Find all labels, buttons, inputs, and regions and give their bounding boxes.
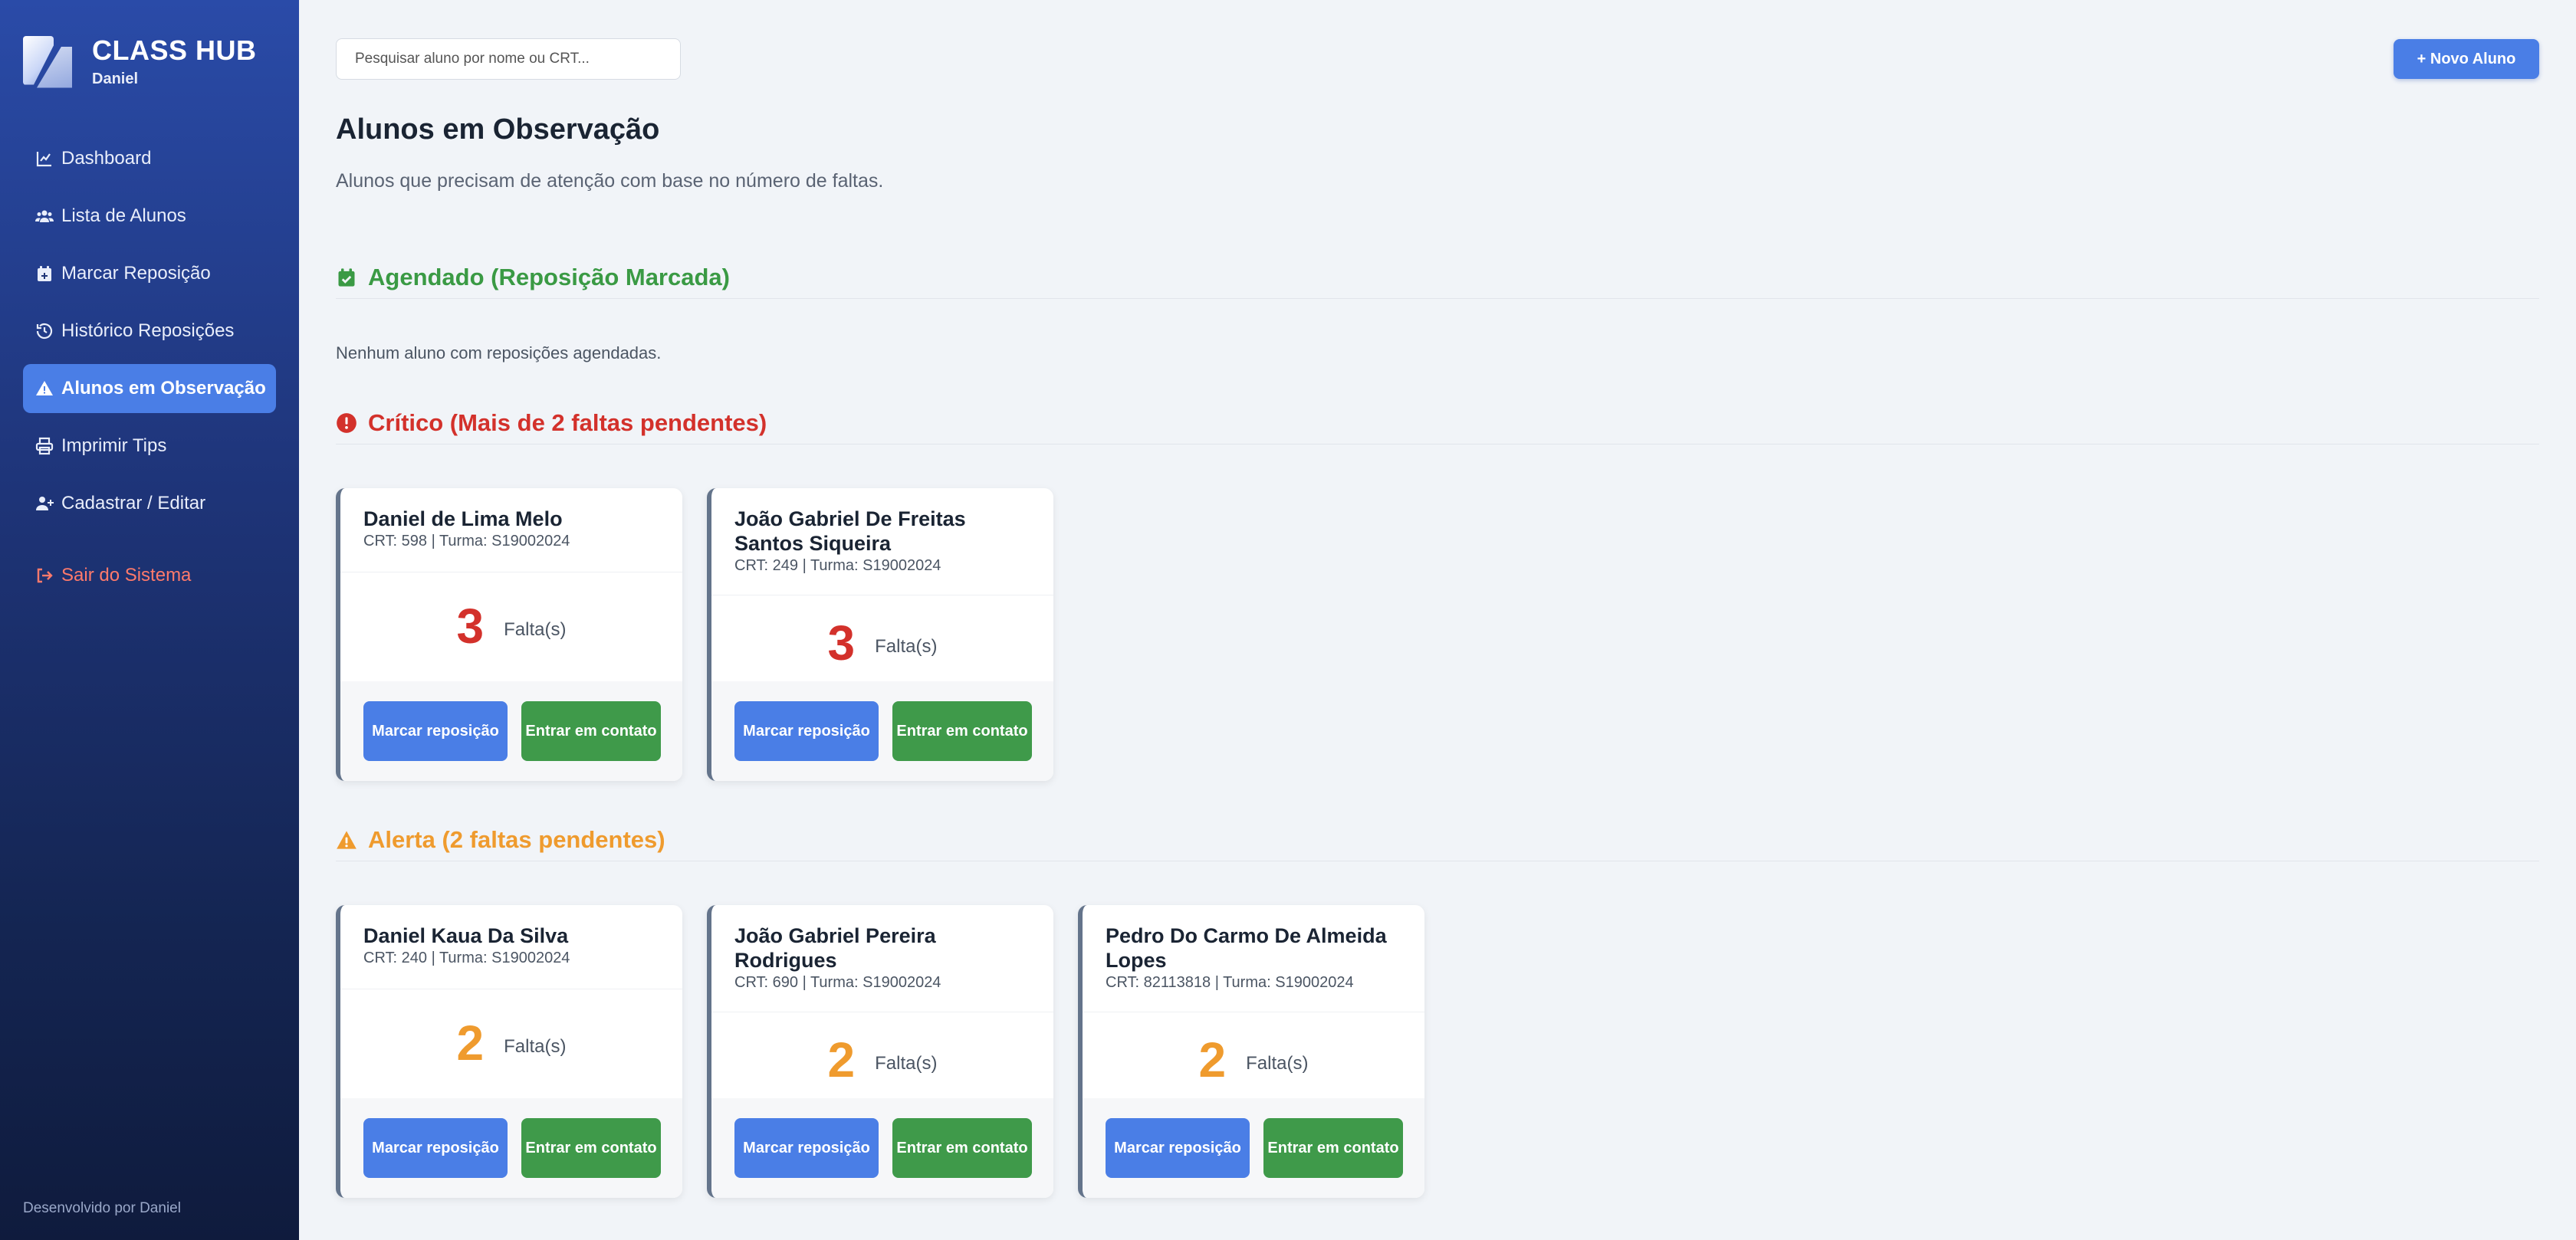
student-meta: CRT: 598 | Turma: S19002024 bbox=[363, 533, 570, 549]
absence-label: Falta(s) bbox=[875, 636, 938, 657]
section-critical-title: Crítico (Mais de 2 faltas pendentes) bbox=[368, 408, 767, 436]
warning-icon bbox=[337, 830, 356, 849]
student-name: João Gabriel Pereira Rodrigues bbox=[734, 924, 936, 972]
sidebar-item-label: Dashboard bbox=[61, 148, 152, 169]
absence-count: 2 bbox=[456, 1015, 485, 1071]
sidebar-item-label: Marcar Reposição bbox=[61, 263, 211, 284]
sidebar-item-label: Alunos em Observação bbox=[61, 378, 266, 399]
student-meta: CRT: 240 | Turma: S19002024 bbox=[363, 950, 570, 966]
schedule-makeup-button[interactable]: Marcar reposição bbox=[734, 1118, 879, 1178]
student-name: Daniel Kaua Da Silva bbox=[363, 924, 569, 947]
sidebar-item-observation[interactable]: Alunos em Observação bbox=[23, 364, 276, 413]
contact-button[interactable]: Entrar em contato bbox=[892, 1118, 1032, 1178]
main-content: + Novo Aluno Alunos em Observação Alunos… bbox=[299, 0, 2576, 1240]
absence-count: 2 bbox=[827, 1032, 856, 1087]
absence-label: Falta(s) bbox=[1246, 1053, 1309, 1074]
student-name: Daniel de Lima Melo bbox=[363, 507, 563, 530]
alert-cards: Daniel Kaua Da Silva CRT: 240 | Turma: S… bbox=[336, 905, 1424, 1198]
logout-label: Sair do Sistema bbox=[61, 565, 192, 586]
schedule-makeup-button[interactable]: Marcar reposição bbox=[1106, 1118, 1250, 1178]
exclamation-circle-icon bbox=[337, 412, 356, 433]
schedule-makeup-button[interactable]: Marcar reposição bbox=[363, 701, 508, 761]
student-name: Pedro Do Carmo De Almeida Lopes bbox=[1106, 924, 1387, 972]
contact-button[interactable]: Entrar em contato bbox=[892, 701, 1032, 761]
section-scheduled-title: Agendado (Reposição Marcada) bbox=[368, 263, 730, 290]
new-student-button[interactable]: + Novo Aluno bbox=[2394, 39, 2539, 79]
absence-label: Falta(s) bbox=[504, 619, 567, 640]
page-title: Alunos em Observação bbox=[336, 113, 660, 146]
contact-button[interactable]: Entrar em contato bbox=[1263, 1118, 1403, 1178]
contact-button[interactable]: Entrar em contato bbox=[521, 701, 661, 761]
chart-line-icon bbox=[36, 152, 51, 167]
section-critical-header: Crítico (Mais de 2 faltas pendentes) bbox=[336, 402, 2539, 444]
schedule-makeup-button[interactable]: Marcar reposição bbox=[363, 1118, 508, 1178]
sign-out-icon bbox=[37, 568, 53, 583]
sidebar-item-label: Histórico Reposições bbox=[61, 320, 235, 341]
absence-label: Falta(s) bbox=[504, 1036, 567, 1057]
absence-label: Falta(s) bbox=[875, 1053, 938, 1074]
student-card: João Gabriel Pereira Rodrigues CRT: 690 … bbox=[707, 905, 1053, 1198]
section-alert-title: Alerta (2 faltas pendentes) bbox=[368, 825, 665, 853]
absence-count: 2 bbox=[1198, 1032, 1227, 1087]
section-scheduled-header: Agendado (Reposição Marcada) bbox=[336, 256, 2539, 299]
sidebar-nav: Dashboard Lista de Alunos Marcar Reposiç… bbox=[23, 134, 276, 609]
sidebar-item-logout[interactable]: Sair do Sistema bbox=[23, 551, 276, 600]
warning-icon bbox=[36, 381, 53, 395]
history-icon bbox=[36, 323, 53, 340]
schedule-makeup-button[interactable]: Marcar reposição bbox=[734, 701, 879, 761]
calendar-check-icon bbox=[338, 267, 355, 287]
search-input[interactable] bbox=[336, 38, 681, 80]
contact-button[interactable]: Entrar em contato bbox=[521, 1118, 661, 1178]
brand-user: Daniel bbox=[92, 71, 139, 87]
sidebar-item-register[interactable]: Cadastrar / Editar bbox=[23, 479, 276, 528]
student-card: Pedro Do Carmo De Almeida Lopes CRT: 821… bbox=[1078, 905, 1424, 1198]
student-meta: CRT: 249 | Turma: S19002024 bbox=[734, 557, 941, 574]
user-plus-icon bbox=[36, 497, 54, 510]
sidebar-item-label: Lista de Alunos bbox=[61, 205, 186, 226]
page-subtitle: Alunos que precisam de atenção com base … bbox=[336, 170, 884, 192]
student-card: João Gabriel De Freitas Santos Siqueira … bbox=[707, 488, 1053, 781]
sidebar: CLASS HUB Daniel Dashboard Lista de Alun… bbox=[0, 0, 299, 1240]
sidebar-item-label: Cadastrar / Editar bbox=[61, 493, 206, 513]
sidebar-item-schedule[interactable]: Marcar Reposição bbox=[23, 249, 276, 298]
student-meta: CRT: 690 | Turma: S19002024 bbox=[734, 974, 941, 991]
section-alert-header: Alerta (2 faltas pendentes) bbox=[336, 818, 2539, 861]
absence-count: 3 bbox=[827, 615, 856, 671]
student-name: João Gabriel De Freitas Santos Siqueira bbox=[734, 507, 966, 555]
users-icon bbox=[35, 210, 54, 222]
sidebar-item-label: Imprimir Tips bbox=[61, 435, 167, 456]
student-card: Daniel Kaua Da Silva CRT: 240 | Turma: S… bbox=[336, 905, 682, 1198]
brand-title: CLASS HUB bbox=[92, 34, 257, 66]
absence-count: 3 bbox=[456, 599, 485, 654]
scheduled-empty-message: Nenhum aluno com reposições agendadas. bbox=[336, 343, 662, 362]
student-card: Daniel de Lima Melo CRT: 598 | Turma: S1… bbox=[336, 488, 682, 781]
student-meta: CRT: 82113818 | Turma: S19002024 bbox=[1106, 974, 1354, 991]
brand[interactable]: CLASS HUB Daniel bbox=[23, 35, 257, 88]
sidebar-footer: Desenvolvido por Daniel bbox=[23, 1200, 181, 1216]
sidebar-item-history[interactable]: Histórico Reposições bbox=[23, 307, 276, 356]
calendar-plus-icon bbox=[38, 266, 51, 281]
critical-cards: Daniel de Lima Melo CRT: 598 | Turma: S1… bbox=[336, 488, 1053, 781]
sidebar-item-students[interactable]: Lista de Alunos bbox=[23, 192, 276, 241]
sidebar-item-dashboard[interactable]: Dashboard bbox=[23, 134, 276, 183]
printer-icon bbox=[35, 437, 54, 455]
class-hub-logo-icon bbox=[23, 35, 72, 88]
sidebar-item-print[interactable]: Imprimir Tips bbox=[23, 422, 276, 471]
